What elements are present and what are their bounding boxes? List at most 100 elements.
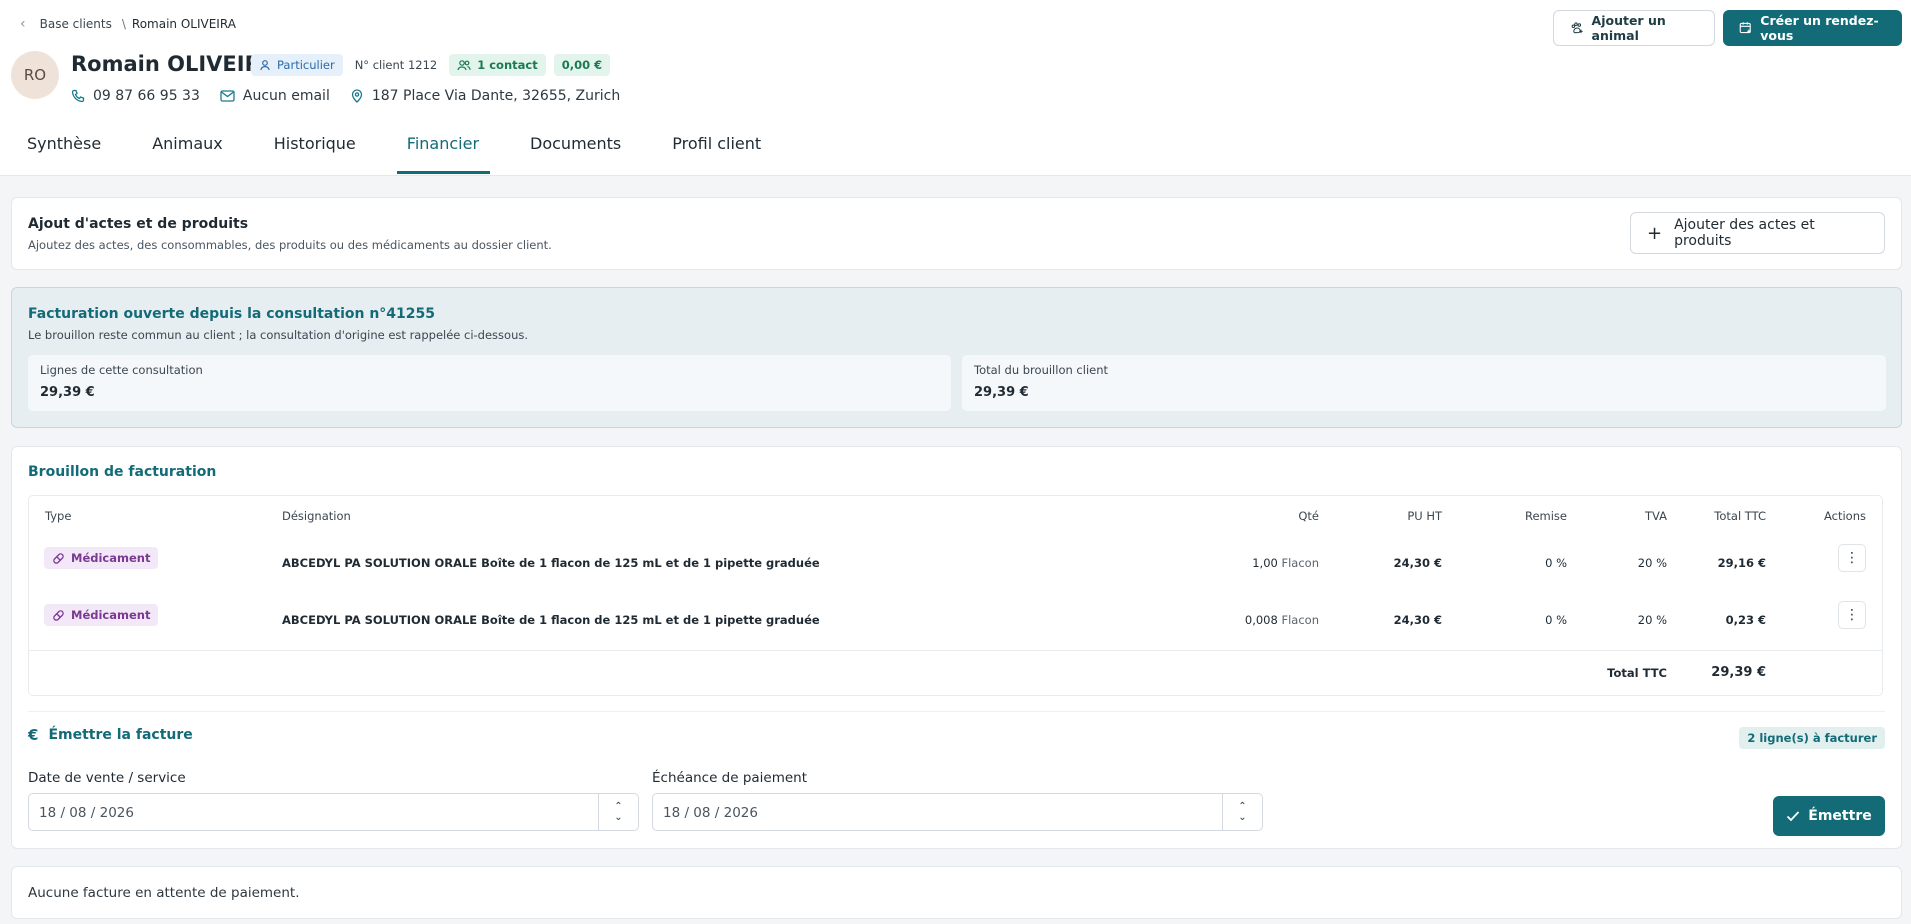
billing-draft-card: Brouillon de facturation Type Désignatio… <box>11 446 1902 849</box>
add-acts-button[interactable]: + Ajouter des actes et produits <box>1630 212 1885 254</box>
billing-origin-subtitle: Le brouillon reste commun au client ; la… <box>28 328 529 342</box>
quantity-value: 1,00 <box>1252 556 1278 570</box>
emit-invoice-button-label: Émettre <box>1808 808 1872 824</box>
designation: ABCEDYL PA SOLUTION ORALE Boîte de 1 fla… <box>282 556 820 570</box>
column-total-ttc: Total TTC <box>1714 509 1766 523</box>
quantity-value: 0,008 <box>1244 613 1278 627</box>
users-icon <box>457 60 471 71</box>
emit-invoice-label: Émettre la facture <box>48 727 193 743</box>
add-animal-button[interactable]: Ajouter un animal <box>1553 10 1715 46</box>
create-appointment-button[interactable]: Créer un rendez-vous <box>1723 10 1902 46</box>
row-actions-menu-icon[interactable]: ⋮ <box>1838 544 1866 572</box>
tab-documents[interactable]: Documents <box>503 128 645 168</box>
sale-date-field[interactable]: 18 / 08 / 2026 ⌃ ⌄ <box>28 793 639 831</box>
paw-icon <box>1571 22 1583 34</box>
client-tabs: Synthèse Animaux Historique Financier Do… <box>0 128 785 174</box>
contacts-tag[interactable]: 1 contact <box>449 54 546 76</box>
vat: 20 % <box>1637 613 1667 627</box>
tab-profil-client[interactable]: Profil client <box>645 128 785 168</box>
draft-total-label: Total du brouillon client <box>974 363 1109 377</box>
due-date-field[interactable]: 18 / 08 / 2026 ⌃ ⌄ <box>652 793 1263 831</box>
mail-icon <box>220 90 235 102</box>
check-icon <box>1787 811 1800 822</box>
add-acts-title: Ajout d'actes et de produits <box>28 216 249 232</box>
pending-invoices-card: Aucune facture en attente de paiement. <box>11 866 1902 919</box>
emit-invoice-button[interactable]: Émettre <box>1773 796 1885 836</box>
draft-total-box: Total du brouillon client 29,39 € <box>962 355 1886 411</box>
plus-icon: + <box>1647 222 1663 244</box>
type-badge-label: Médicament <box>71 551 151 565</box>
column-designation: Désignation <box>282 509 351 523</box>
lines-to-invoice-badge: 2 ligne(s) à facturer <box>1739 727 1885 749</box>
consultation-lines-label: Lignes de cette consultation <box>40 363 203 377</box>
due-date-stepper-icon[interactable]: ⌃ ⌄ <box>1222 794 1262 830</box>
add-acts-button-label: Ajouter des actes et produits <box>1674 217 1815 249</box>
quantity-unit: Flacon <box>1281 556 1319 570</box>
emit-invoice-title: € Émettre la facture <box>28 726 193 744</box>
email-value: Aucun email <box>242 88 330 104</box>
sale-date-value: 18 / 08 / 2026 <box>39 805 134 821</box>
contacts-label: 1 contact <box>477 58 538 72</box>
avatar: RO <box>11 51 59 99</box>
breadcrumb-current: Romain OLIVEIRA <box>131 17 236 31</box>
designation: ABCEDYL PA SOLUTION ORALE Boîte de 1 fla… <box>282 613 820 627</box>
tab-financier[interactable]: Financier <box>380 128 503 174</box>
column-actions: Actions <box>1823 509 1866 523</box>
table-row: Médicament ABCEDYL PA SOLUTION ORALE Boî… <box>29 593 1882 649</box>
discount: 0 % <box>1545 556 1567 570</box>
add-acts-subtitle: Ajoutez des actes, des consommables, des… <box>28 238 552 252</box>
address-item[interactable]: 187 Place Via Dante, 32655, Zurich <box>350 88 620 104</box>
map-pin-icon <box>351 89 362 103</box>
contact-info: 09 87 66 95 33 Aucun email 187 Place Via… <box>71 88 620 104</box>
address-value: 187 Place Via Dante, 32655, Zurich <box>371 88 621 104</box>
sale-date-stepper-icon[interactable]: ⌃ ⌄ <box>598 794 638 830</box>
tab-animaux[interactable]: Animaux <box>125 128 247 168</box>
user-icon <box>260 60 270 71</box>
column-type: Type <box>45 509 72 523</box>
consultation-lines-value: 29,39 € <box>40 385 95 400</box>
client-tags: Particulier N° client 1212 1 contact 0,0… <box>251 54 611 76</box>
due-date-label: Échéance de paiement <box>652 770 808 786</box>
total-value: 29,39 € <box>1711 665 1766 680</box>
billing-draft-table: Type Désignation Qté PU HT Remise TVA To… <box>28 495 1883 696</box>
column-discount: Remise <box>1524 509 1567 523</box>
balance-tag: 0,00 € <box>553 54 611 76</box>
table-row: Médicament ABCEDYL PA SOLUTION ORALE Boî… <box>29 536 1882 592</box>
chevron-left-icon[interactable]: ‹ <box>20 16 26 32</box>
quantity-unit: Flacon <box>1281 613 1319 627</box>
discount: 0 % <box>1545 613 1567 627</box>
add-animal-label: Ajouter un animal <box>1591 13 1666 43</box>
quantity: 1,00 Flacon <box>1252 556 1319 570</box>
type-badge: Médicament <box>44 604 159 626</box>
unit-price: 24,30 € <box>1393 613 1442 627</box>
phone-icon <box>71 89 85 103</box>
type-badge-label: Médicament <box>71 608 151 622</box>
billing-origin-card: Facturation ouverte depuis la consultati… <box>11 287 1902 428</box>
type-badge: Médicament <box>44 547 159 569</box>
billing-draft-title: Brouillon de facturation <box>28 464 217 480</box>
breadcrumb-parent[interactable]: Base clients <box>40 17 112 31</box>
draft-total-value: 29,39 € <box>974 385 1029 400</box>
create-appointment-label: Créer un rendez-vous <box>1760 13 1879 43</box>
column-pu-ht: PU HT <box>1407 509 1442 523</box>
due-date-value: 18 / 08 / 2026 <box>663 805 758 821</box>
total-label: Total TTC <box>1607 666 1667 680</box>
euro-icon: € <box>28 726 39 744</box>
row-actions-menu-icon[interactable]: ⋮ <box>1838 601 1866 629</box>
tab-historique[interactable]: Historique <box>247 128 380 168</box>
tab-synthese[interactable]: Synthèse <box>0 128 125 168</box>
pending-invoices-message: Aucune facture en attente de paiement. <box>28 885 300 901</box>
consultation-lines-box: Lignes de cette consultation 29,39 € <box>28 355 951 411</box>
total-divider <box>29 650 1882 651</box>
client-name: Romain OLIVEIRA <box>71 52 277 76</box>
pill-icon <box>53 609 64 621</box>
email-item: Aucun email <box>220 88 330 104</box>
unit-price: 24,30 € <box>1393 556 1442 570</box>
phone-item[interactable]: 09 87 66 95 33 <box>71 88 200 104</box>
breadcrumb: ‹ Base clients \ Romain OLIVEIRA <box>20 16 236 32</box>
section-divider <box>28 711 1885 712</box>
sale-date-label: Date de vente / service <box>28 770 186 786</box>
column-qty: Qté <box>1298 509 1319 523</box>
client-type-tag: Particulier <box>251 54 343 76</box>
calendar-plus-icon <box>1739 22 1751 34</box>
